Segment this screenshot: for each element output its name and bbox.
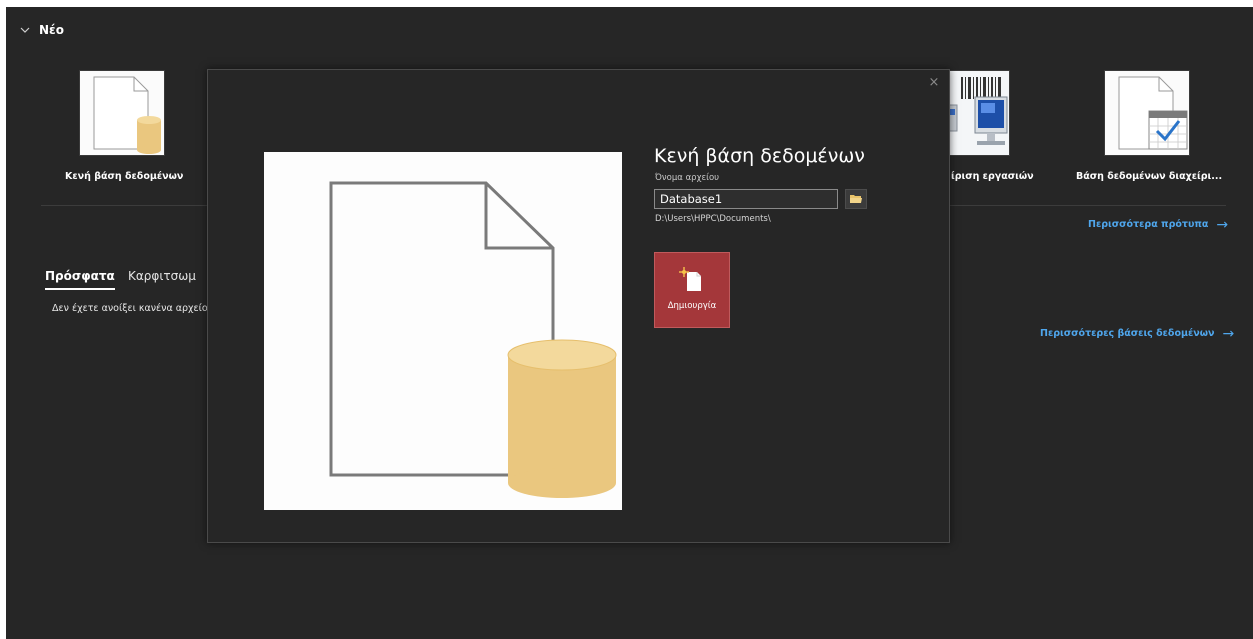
- file-name-input[interactable]: [654, 189, 838, 209]
- more-templates-label: Περισσότερα πρότυπα: [1088, 219, 1209, 230]
- more-databases-label: Περισσότερες βάσεις δεδομένων: [1040, 328, 1215, 339]
- blank-database-large-icon: [329, 181, 617, 498]
- file-name-label: Όνομα αρχείου: [655, 173, 720, 183]
- blank-database-icon: [93, 76, 161, 154]
- template-management-database-label[interactable]: Βάση δεδομένων διαχείρι...: [1076, 171, 1222, 182]
- blank-database-dialog: × Κενή βάση δεδομένων Όνομα αρχείου D:\U…: [207, 69, 950, 543]
- arrow-right-icon: →: [1222, 325, 1235, 342]
- template-management-database-thumbnail[interactable]: [1104, 70, 1190, 156]
- tab-pinned[interactable]: Καρφιτσωμ: [128, 269, 196, 283]
- blank-database-preview: [264, 152, 622, 510]
- recent-empty-message: Δεν έχετε ανοίξει κανένα αρχείο σ: [52, 303, 217, 314]
- template-blank-database-label[interactable]: Κενή βάση δεδομένων: [65, 171, 183, 182]
- create-button[interactable]: Δημιουργία: [654, 252, 730, 328]
- new-section-title: Νέο: [39, 23, 64, 37]
- template-task-management-label[interactable]: ίριση εργασιών: [951, 171, 1034, 182]
- close-icon[interactable]: ×: [927, 76, 941, 90]
- access-backstage: Νέο Κενή βάση δεδομένων ίριση εργασιών Β…: [6, 7, 1253, 639]
- browse-folder-button[interactable]: [845, 189, 867, 209]
- tab-recent[interactable]: Πρόσφατα: [45, 269, 115, 283]
- folder-icon: [850, 195, 862, 203]
- arrow-right-icon: →: [1216, 216, 1229, 233]
- dialog-title: Κενή βάση δεδομένων: [654, 145, 865, 167]
- chevron-down-icon: [20, 27, 30, 33]
- calendar-check-icon: [1118, 76, 1188, 150]
- template-blank-database-thumbnail[interactable]: [79, 70, 165, 156]
- more-templates-link[interactable]: Περισσότερα πρότυπα →: [1088, 216, 1229, 233]
- more-databases-link[interactable]: Περισσότερες βάσεις δεδομένων →: [1040, 325, 1235, 342]
- new-section-toggle[interactable]: Νέο: [19, 23, 64, 37]
- file-path: D:\Users\HPPC\Documents\: [655, 214, 771, 224]
- create-button-label: Δημιουργία: [667, 301, 717, 311]
- new-database-icon: [679, 267, 701, 291]
- tab-recent-underline: [45, 288, 115, 290]
